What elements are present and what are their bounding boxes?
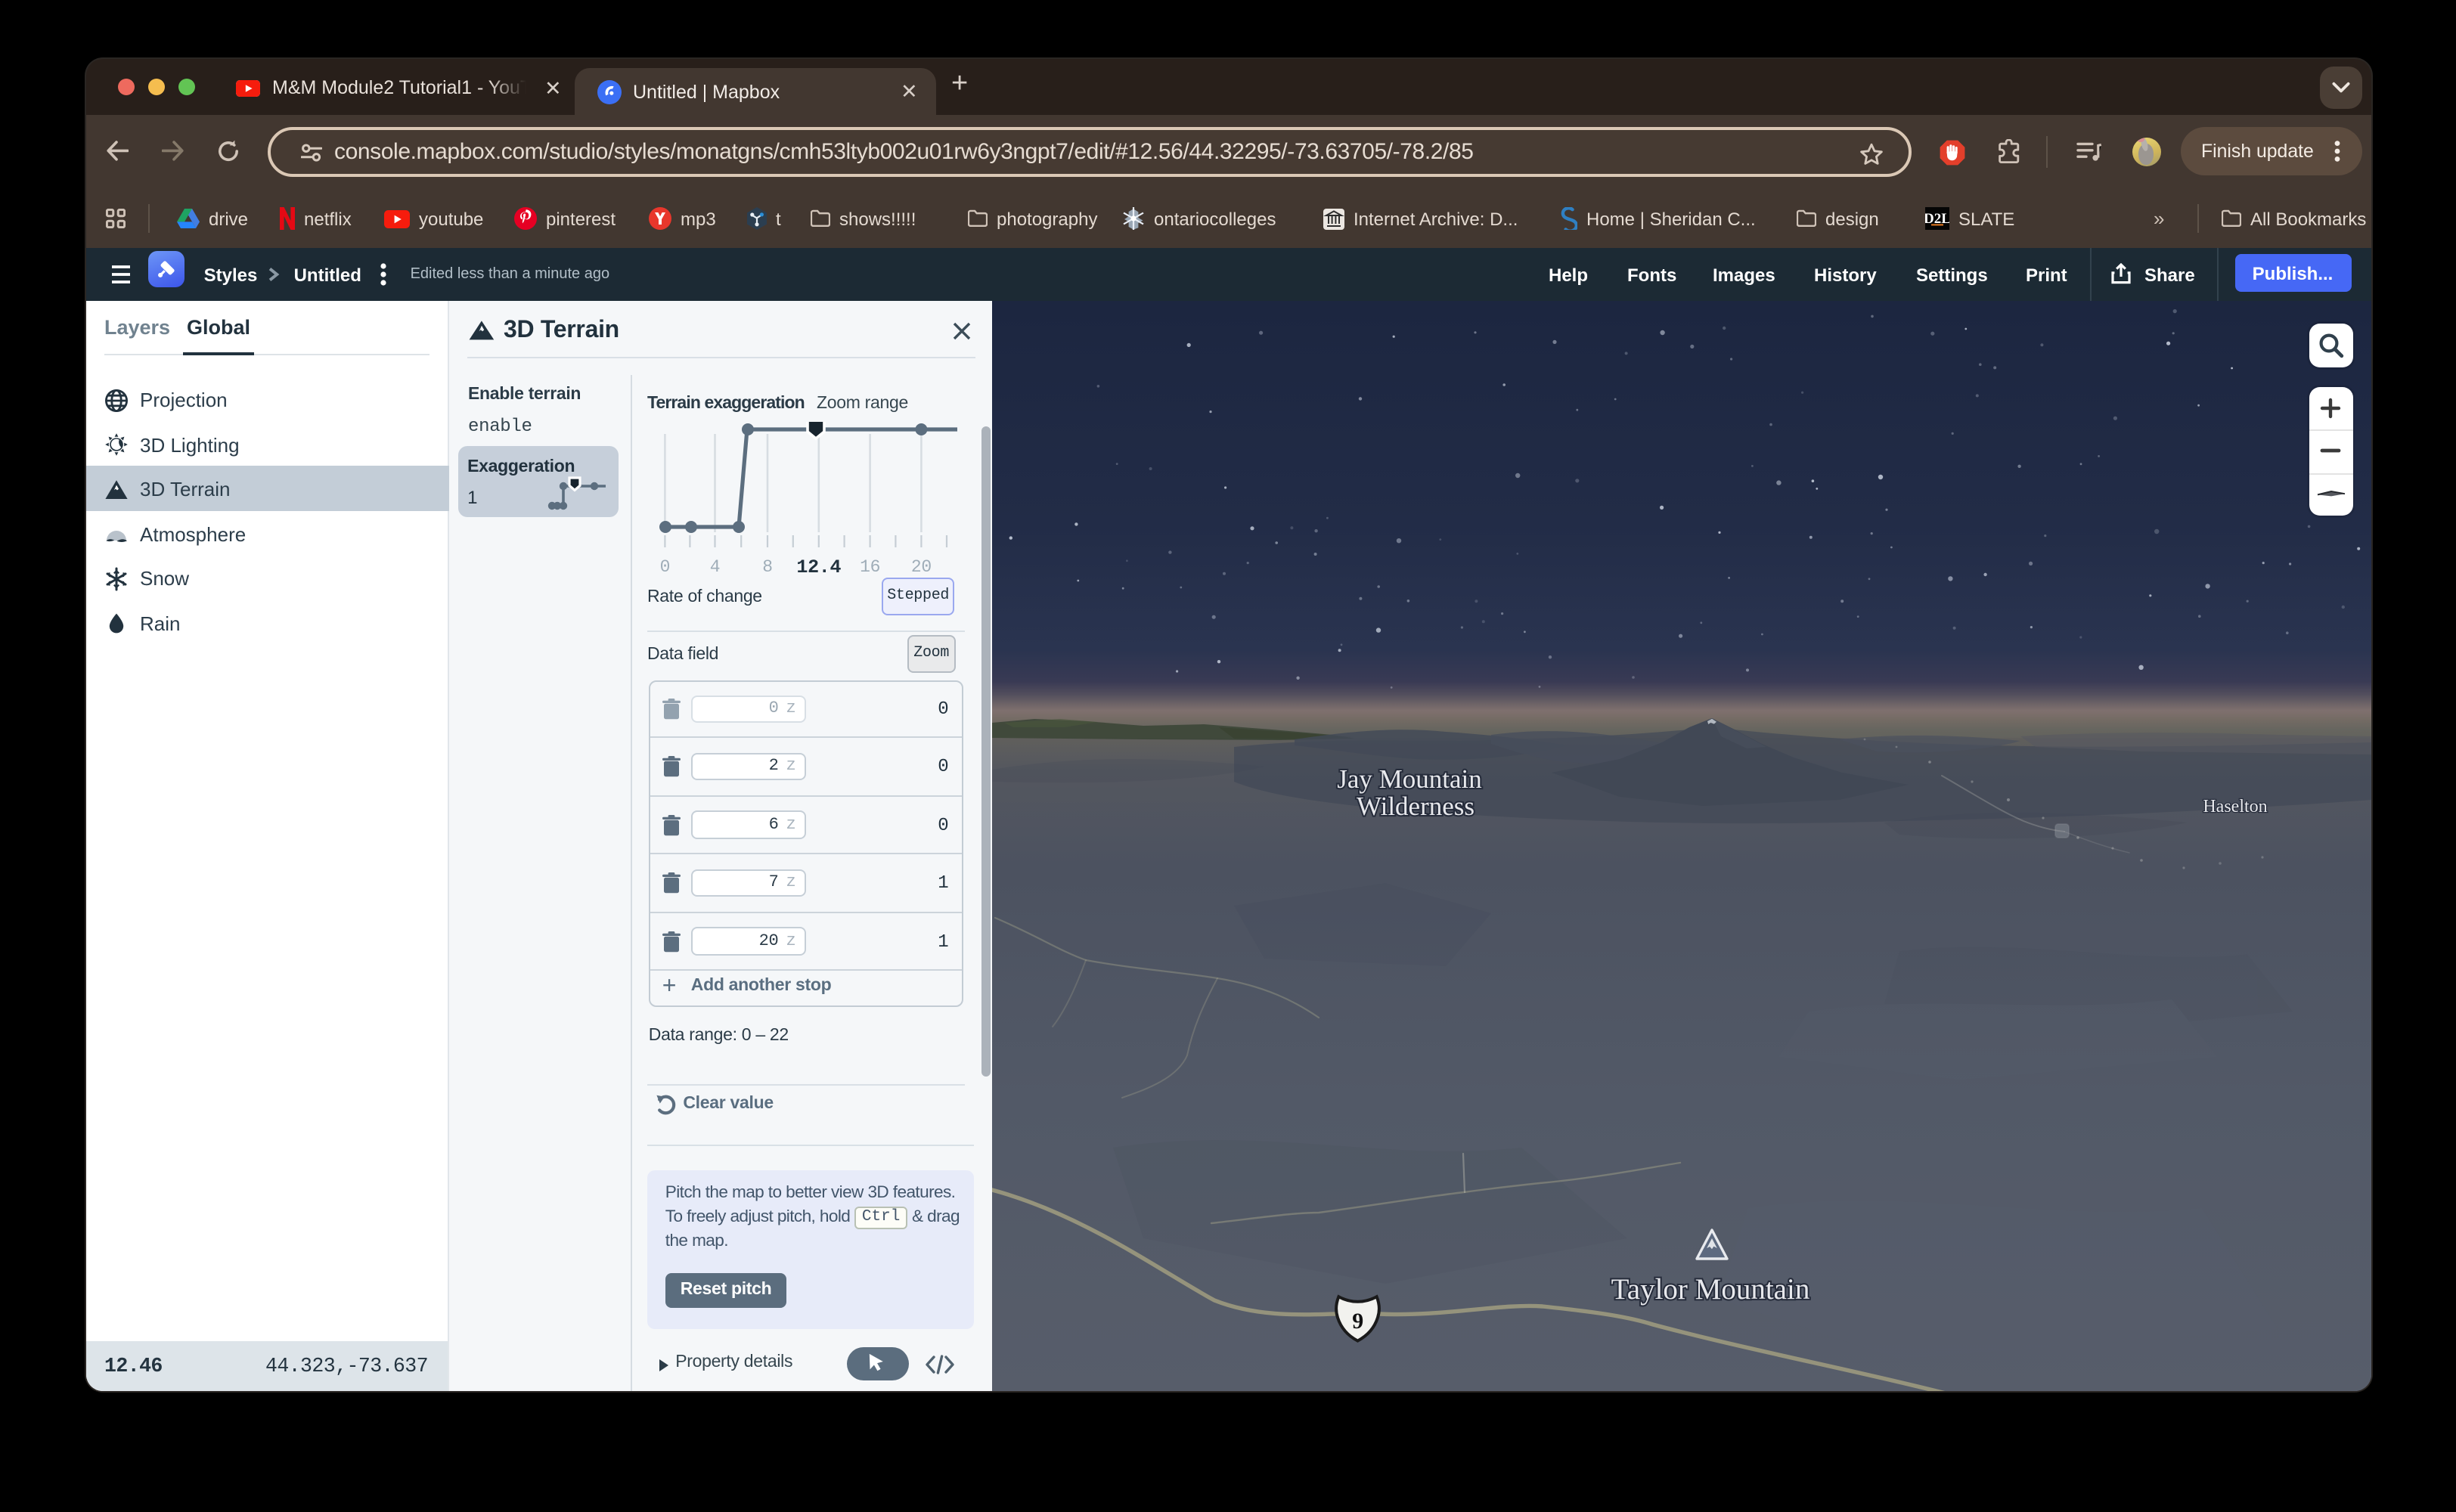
svg-text:Wilderness: Wilderness [1356,792,1474,821]
svg-text:Taylor Mountain: Taylor Mountain [1611,1273,1809,1306]
svg-text:0: 0 [660,557,671,577]
svg-text:20: 20 [911,557,932,577]
svg-text:8: 8 [762,557,773,577]
svg-text:Haselton: Haselton [2202,797,2266,816]
svg-text:Jay Mountain: Jay Mountain [1336,764,1481,794]
svg-text:12.4: 12.4 [796,556,841,578]
svg-text:16: 16 [860,557,880,577]
svg-text:9: 9 [1351,1309,1363,1334]
svg-text:4: 4 [710,557,721,577]
